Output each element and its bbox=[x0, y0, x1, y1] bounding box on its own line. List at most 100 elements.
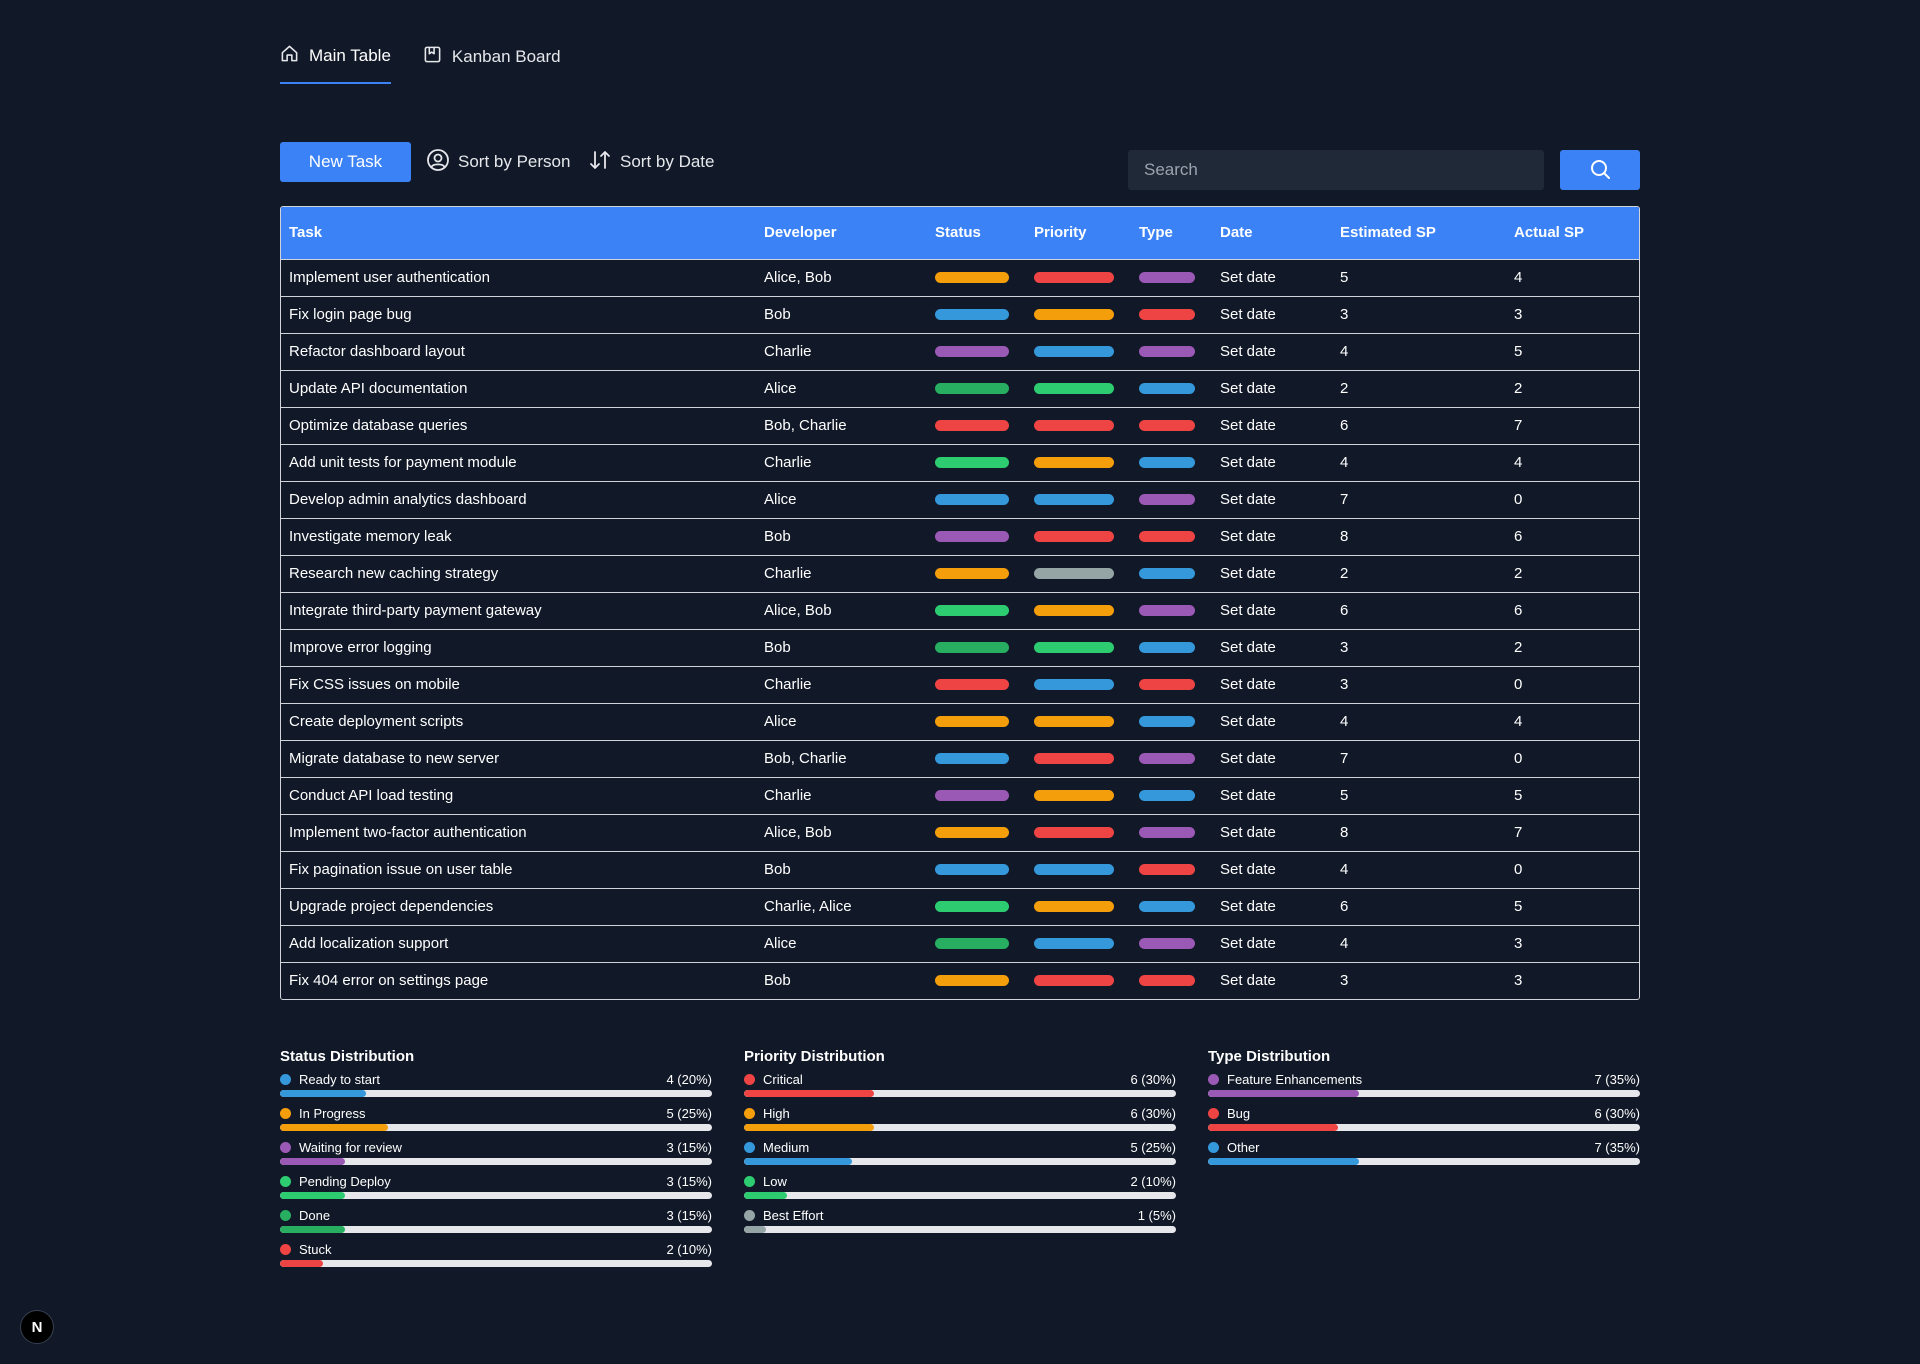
table-row[interactable]: Implement two-factor authentication Alice… bbox=[281, 814, 1639, 851]
actual-sp-cell[interactable]: 3 bbox=[1506, 925, 1639, 962]
priority-cell[interactable] bbox=[1026, 370, 1131, 407]
type-pill[interactable] bbox=[1139, 975, 1195, 987]
estimated-sp-cell[interactable]: 4 bbox=[1332, 333, 1506, 370]
developer-cell[interactable]: Alice, Bob bbox=[756, 814, 927, 851]
table-row[interactable]: Implement user authentication Alice, Bob S… bbox=[281, 259, 1639, 296]
developer-cell[interactable]: Bob bbox=[756, 296, 927, 333]
priority-pill[interactable] bbox=[1034, 568, 1114, 579]
estimated-sp-cell[interactable]: 7 bbox=[1332, 481, 1506, 518]
type-cell[interactable] bbox=[1131, 518, 1212, 555]
type-pill[interactable] bbox=[1139, 901, 1195, 912]
column-header-status[interactable]: Status bbox=[927, 207, 1026, 259]
status-pill[interactable] bbox=[935, 383, 1009, 394]
search-button[interactable] bbox=[1560, 150, 1640, 190]
type-cell[interactable] bbox=[1131, 740, 1212, 777]
status-pill[interactable] bbox=[935, 938, 1009, 949]
priority-pill[interactable] bbox=[1034, 679, 1114, 690]
type-cell[interactable] bbox=[1131, 703, 1212, 740]
developer-cell[interactable]: Alice bbox=[756, 703, 927, 740]
developer-cell[interactable]: Bob bbox=[756, 962, 927, 999]
search-input[interactable] bbox=[1128, 150, 1544, 190]
column-header-priority[interactable]: Priority bbox=[1026, 207, 1131, 259]
column-header-estimated-sp[interactable]: Estimated SP bbox=[1332, 207, 1506, 259]
task-cell[interactable]: Fix 404 error on settings page bbox=[281, 962, 756, 999]
status-cell[interactable] bbox=[927, 925, 1026, 962]
priority-pill[interactable] bbox=[1034, 975, 1114, 987]
estimated-sp-cell[interactable]: 4 bbox=[1332, 703, 1506, 740]
table-row[interactable]: Integrate third-party payment gateway Ali… bbox=[281, 592, 1639, 629]
table-row[interactable]: Fix CSS issues on mobile Charlie Set date 3… bbox=[281, 666, 1639, 703]
status-pill[interactable] bbox=[935, 827, 1009, 838]
status-cell[interactable] bbox=[927, 740, 1026, 777]
status-cell[interactable] bbox=[927, 851, 1026, 888]
status-cell[interactable] bbox=[927, 592, 1026, 629]
priority-cell[interactable] bbox=[1026, 555, 1131, 592]
table-row[interactable]: Migrate database to new server Bob, Charl… bbox=[281, 740, 1639, 777]
date-cell[interactable]: Set date bbox=[1212, 481, 1332, 518]
developer-cell[interactable]: Charlie bbox=[756, 555, 927, 592]
sort-by-person-button[interactable]: Sort by Person bbox=[426, 142, 570, 182]
task-cell[interactable]: Optimize database queries bbox=[281, 407, 756, 444]
type-pill[interactable] bbox=[1139, 568, 1195, 579]
priority-pill[interactable] bbox=[1034, 457, 1114, 468]
estimated-sp-cell[interactable]: 4 bbox=[1332, 851, 1506, 888]
developer-cell[interactable]: Bob bbox=[756, 851, 927, 888]
developer-cell[interactable]: Bob, Charlie bbox=[756, 740, 927, 777]
estimated-sp-cell[interactable]: 8 bbox=[1332, 518, 1506, 555]
type-cell[interactable] bbox=[1131, 666, 1212, 703]
date-cell[interactable]: Set date bbox=[1212, 518, 1332, 555]
status-pill[interactable] bbox=[935, 420, 1009, 431]
type-cell[interactable] bbox=[1131, 444, 1212, 481]
date-cell[interactable]: Set date bbox=[1212, 703, 1332, 740]
priority-cell[interactable] bbox=[1026, 666, 1131, 703]
status-pill[interactable] bbox=[935, 642, 1009, 653]
type-pill[interactable] bbox=[1139, 494, 1195, 505]
table-row[interactable]: Upgrade project dependencies Charlie, Ali… bbox=[281, 888, 1639, 925]
table-row[interactable]: Investigate memory leak Bob Set date 8 6 bbox=[281, 518, 1639, 555]
table-row[interactable]: Fix pagination issue on user table Bob Set… bbox=[281, 851, 1639, 888]
actual-sp-cell[interactable]: 2 bbox=[1506, 629, 1639, 666]
date-cell[interactable]: Set date bbox=[1212, 370, 1332, 407]
date-cell[interactable]: Set date bbox=[1212, 814, 1332, 851]
date-cell[interactable]: Set date bbox=[1212, 740, 1332, 777]
developer-cell[interactable]: Charlie bbox=[756, 666, 927, 703]
table-row[interactable]: Develop admin analytics dashboard Alice Se… bbox=[281, 481, 1639, 518]
type-cell[interactable] bbox=[1131, 296, 1212, 333]
estimated-sp-cell[interactable]: 5 bbox=[1332, 777, 1506, 814]
actual-sp-cell[interactable]: 5 bbox=[1506, 888, 1639, 925]
developer-cell[interactable]: Alice bbox=[756, 370, 927, 407]
date-cell[interactable]: Set date bbox=[1212, 592, 1332, 629]
estimated-sp-cell[interactable]: 6 bbox=[1332, 407, 1506, 444]
task-cell[interactable]: Update API documentation bbox=[281, 370, 756, 407]
status-cell[interactable] bbox=[927, 518, 1026, 555]
task-cell[interactable]: Research new caching strategy bbox=[281, 555, 756, 592]
status-cell[interactable] bbox=[927, 888, 1026, 925]
date-cell[interactable]: Set date bbox=[1212, 925, 1332, 962]
column-header-date[interactable]: Date bbox=[1212, 207, 1332, 259]
estimated-sp-cell[interactable]: 8 bbox=[1332, 814, 1506, 851]
table-row[interactable]: Optimize database queries Bob, Charlie Set… bbox=[281, 407, 1639, 444]
task-cell[interactable]: Upgrade project dependencies bbox=[281, 888, 756, 925]
priority-cell[interactable] bbox=[1026, 518, 1131, 555]
type-cell[interactable] bbox=[1131, 814, 1212, 851]
type-pill[interactable] bbox=[1139, 420, 1195, 431]
priority-cell[interactable] bbox=[1026, 925, 1131, 962]
date-cell[interactable]: Set date bbox=[1212, 407, 1332, 444]
priority-cell[interactable] bbox=[1026, 259, 1131, 296]
status-pill[interactable] bbox=[935, 864, 1009, 875]
estimated-sp-cell[interactable]: 5 bbox=[1332, 259, 1506, 296]
type-pill[interactable] bbox=[1139, 753, 1195, 764]
actual-sp-cell[interactable]: 4 bbox=[1506, 703, 1639, 740]
estimated-sp-cell[interactable]: 6 bbox=[1332, 592, 1506, 629]
status-cell[interactable] bbox=[927, 555, 1026, 592]
task-cell[interactable]: Fix login page bug bbox=[281, 296, 756, 333]
date-cell[interactable]: Set date bbox=[1212, 777, 1332, 814]
date-cell[interactable]: Set date bbox=[1212, 851, 1332, 888]
column-header-type[interactable]: Type bbox=[1131, 207, 1212, 259]
estimated-sp-cell[interactable]: 3 bbox=[1332, 666, 1506, 703]
task-cell[interactable]: Implement two-factor authentication bbox=[281, 814, 756, 851]
date-cell[interactable]: Set date bbox=[1212, 444, 1332, 481]
task-cell[interactable]: Integrate third-party payment gateway bbox=[281, 592, 756, 629]
date-cell[interactable]: Set date bbox=[1212, 629, 1332, 666]
status-cell[interactable] bbox=[927, 666, 1026, 703]
